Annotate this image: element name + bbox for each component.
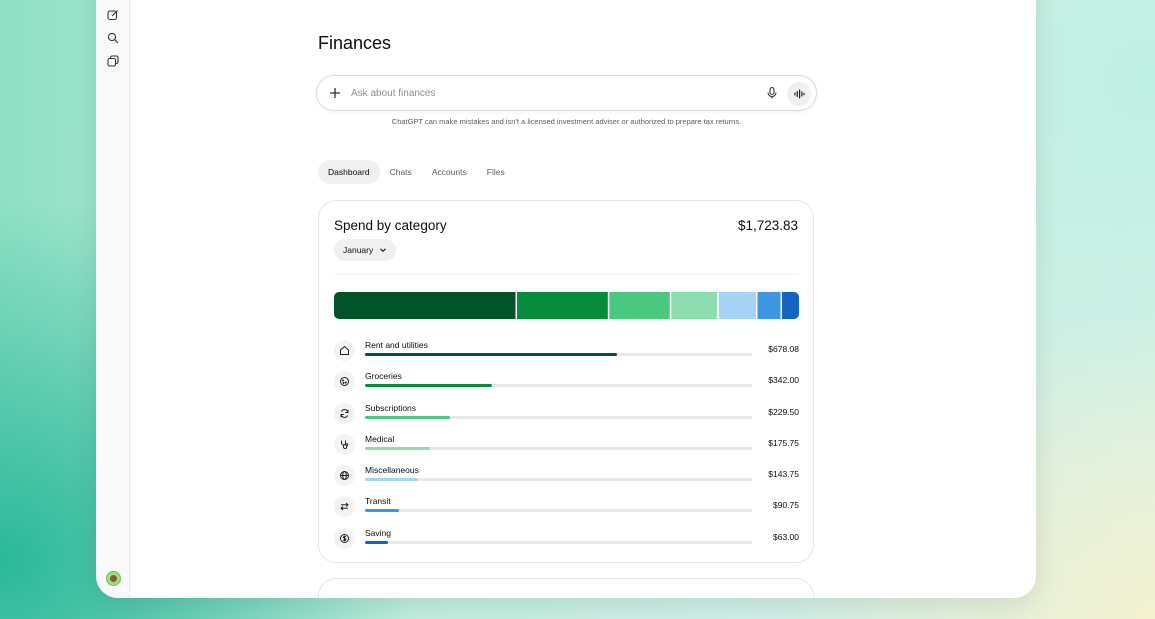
category-amount: $175.75	[768, 437, 799, 448]
category-label: Medical	[365, 433, 395, 444]
stethoscope-icon	[334, 433, 355, 455]
stack-segment	[781, 292, 799, 319]
divider	[334, 274, 798, 275]
total-amount: $1,723.83	[737, 218, 798, 233]
home-icon	[334, 340, 355, 361]
new-chat-icon[interactable]	[106, 8, 120, 22]
disclaimer-text: ChatGPT can make mistakes and isn't a li…	[391, 117, 742, 126]
category-label: Subscriptions	[365, 402, 417, 413]
spend-by-category-card: Spend by category $1,723.83 January Rent…	[318, 200, 814, 563]
globe-icon	[334, 465, 355, 487]
tab-bar: Dashboard Chats Accounts Files	[318, 160, 515, 184]
category-row[interactable]: Rent and utilities $678.08	[334, 339, 799, 370]
category-bar-track	[365, 478, 752, 482]
stack-segment	[757, 292, 781, 319]
search-icon[interactable]	[106, 31, 120, 45]
voice-mode-button[interactable]	[787, 82, 811, 106]
category-row[interactable]: Miscellaneous $143.75	[334, 464, 799, 495]
category-amount: $63.00	[773, 531, 799, 542]
category-amount: $678.08	[768, 344, 799, 354]
category-bar-fill	[365, 446, 431, 450]
category-label: Rent and utilities	[365, 340, 428, 350]
page-title: Finances	[318, 33, 392, 53]
category-bar-fill	[365, 478, 419, 482]
card-title: Spend by category	[334, 218, 447, 233]
category-bar-fill	[365, 509, 399, 513]
category-amount: $342.00	[768, 375, 799, 386]
category-bar-fill	[365, 384, 492, 388]
month-label: January	[343, 245, 374, 255]
plus-icon[interactable]	[328, 86, 342, 100]
category-row[interactable]: Groceries $342.00	[334, 370, 799, 401]
avatar[interactable]	[106, 571, 121, 586]
category-bar-track	[365, 384, 752, 388]
stack-segment	[334, 292, 516, 319]
category-amount: $229.50	[768, 406, 799, 417]
stack-segment	[609, 292, 670, 319]
library-icon[interactable]	[106, 54, 120, 68]
category-label: Miscellaneous	[365, 465, 419, 476]
category-row[interactable]: Subscriptions $229.50	[334, 402, 799, 433]
category-bar-track	[365, 415, 752, 419]
tab-files[interactable]: Files	[477, 160, 515, 184]
stack-segment	[718, 292, 757, 319]
tab-dashboard[interactable]: Dashboard	[318, 160, 380, 184]
category-list: Rent and utilities $678.08 Groceries $34…	[334, 339, 799, 558]
stack-segment	[671, 292, 718, 319]
stacked-spend-bar	[334, 292, 799, 319]
cookie-icon	[334, 371, 355, 393]
secondary-card	[318, 578, 814, 598]
waveform-icon	[794, 89, 805, 99]
transfer-arrows-icon	[334, 496, 355, 518]
chat-input[interactable]	[351, 84, 731, 102]
refresh-icon	[334, 402, 355, 424]
tab-accounts[interactable]: Accounts	[422, 160, 477, 184]
month-dropdown[interactable]: January	[334, 239, 397, 261]
category-bar-track	[365, 353, 752, 356]
category-bar-fill	[365, 415, 451, 419]
tab-chats[interactable]: Chats	[380, 160, 422, 184]
category-amount: $90.75	[773, 500, 799, 511]
category-bar-track	[365, 446, 752, 450]
microphone-icon[interactable]	[765, 86, 779, 100]
category-bar-fill	[365, 353, 617, 356]
category-amount: $143.75	[768, 469, 799, 480]
category-row[interactable]: Medical $175.75	[334, 433, 799, 464]
dollar-circle-icon	[334, 527, 355, 549]
sidebar-rail	[96, 0, 130, 598]
category-label: Saving	[365, 527, 391, 538]
category-label: Groceries	[365, 371, 402, 382]
app-window: Finances ChatGPT can make mistakes and i…	[96, 0, 1036, 598]
category-row[interactable]: Transit $90.75	[334, 495, 799, 526]
category-bar-track	[365, 540, 752, 544]
stack-segment	[517, 292, 608, 319]
category-label: Transit	[365, 496, 391, 507]
chevron-down-icon	[380, 248, 387, 253]
composer	[316, 75, 817, 111]
category-bar-track	[365, 509, 752, 513]
category-row[interactable]: Saving $63.00	[334, 527, 799, 558]
category-bar-fill	[365, 540, 389, 544]
